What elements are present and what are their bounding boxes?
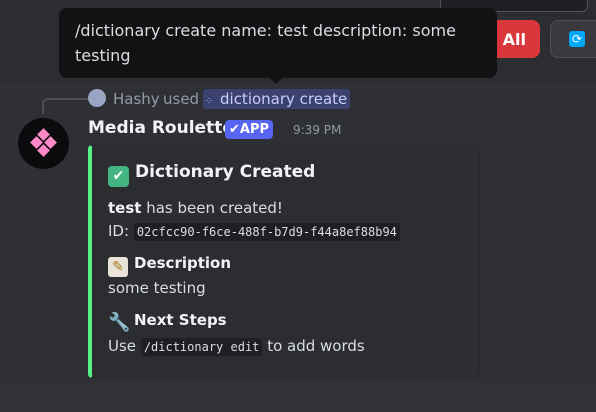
check-mark-icon: ✔ (108, 166, 129, 187)
reply-avatar[interactable] (88, 89, 106, 107)
embed-title: ✔ Dictionary Created (108, 162, 315, 187)
next-steps-heading: 🔧 Next Steps (108, 311, 227, 333)
bot-avatar[interactable] (18, 118, 69, 169)
refresh-button[interactable]: ⟳ (550, 20, 596, 58)
slash-command-icon: ⁘ (205, 96, 214, 107)
check-icon: ✔ (229, 122, 240, 137)
edit-command-code: /dictionary edit (140, 338, 263, 356)
app-badge: ✔APP (225, 120, 274, 139)
created-line: test has been created! (108, 199, 283, 217)
id-code: 02cfcc90-f6ce-488f-b7d9-f44a8ef88b94 (133, 223, 400, 241)
next-steps-text: Use /dictionary edit to add words (108, 337, 365, 356)
id-line: ID: 02cfcc90-f6ce-488f-b7d9-f44a8ef88b94 (108, 222, 400, 241)
refresh-icon: ⟳ (569, 31, 585, 47)
command-tooltip: /dictionary create name: test descriptio… (59, 8, 497, 78)
reply-username[interactable]: Hashy (113, 90, 160, 108)
tooltip-arrow (269, 77, 283, 84)
chat-bottom (0, 383, 596, 412)
description-text: some testing (108, 279, 206, 297)
reply-command[interactable]: ⁘ dictionary create (203, 89, 351, 109)
description-heading: ✎ Description (108, 254, 231, 277)
reply-connector (42, 98, 88, 114)
bot-username[interactable]: Media Roulette (88, 118, 234, 138)
reply-used-text: used (163, 90, 200, 108)
memo-icon: ✎ (108, 257, 128, 277)
message-timestamp[interactable]: 9:39 PM (293, 123, 341, 137)
wrench-icon: 🔧 (108, 312, 131, 333)
